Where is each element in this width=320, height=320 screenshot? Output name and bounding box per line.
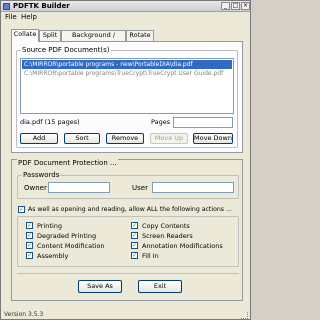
- degraded-printing-label: Degraded Printing: [37, 232, 97, 240]
- annotation-modifications-label: Annotation Modifications: [142, 242, 223, 250]
- permissions-group: ✓ Printing ✓ Copy Contents ✓ Degraded Pr…: [17, 216, 239, 267]
- maximize-button[interactable]: □: [231, 2, 240, 10]
- pages-input[interactable]: [173, 117, 233, 128]
- tab-rotate[interactable]: Rotate: [126, 30, 154, 41]
- minimize-button[interactable]: _: [221, 2, 230, 10]
- pages-label: Pages: [151, 118, 171, 126]
- protection-group: PDF Document Protection ... Passwords Ow…: [11, 159, 243, 301]
- user-password-input[interactable]: [152, 182, 234, 193]
- user-label: User: [132, 184, 148, 192]
- app-icon: [3, 3, 10, 10]
- file-info-text: dia.pdf (15 pages): [20, 118, 80, 126]
- move-up-button[interactable]: Move Up: [150, 133, 188, 144]
- menu-file[interactable]: File: [5, 13, 17, 21]
- assembly-label: Assembly: [37, 252, 69, 260]
- app-window: PDFTK Builder _ □ × File Help Collate Sp…: [0, 0, 251, 320]
- close-button[interactable]: ×: [241, 2, 250, 10]
- content-modification-label: Content Modification: [37, 242, 105, 250]
- fill-in-label: Fill In: [142, 252, 159, 260]
- owner-password-input[interactable]: [48, 182, 110, 193]
- tab-background-stamp[interactable]: Background / Stamp: [61, 30, 126, 48]
- screen-readers-checkbox[interactable]: ✓: [131, 232, 138, 239]
- passwords-legend: Passwords: [22, 171, 61, 179]
- allow-all-label: As well as opening and reading, allow AL…: [28, 206, 232, 213]
- move-down-button[interactable]: Move Down: [193, 133, 233, 144]
- protection-legend: PDF Document Protection ...: [17, 159, 118, 167]
- add-button[interactable]: Add: [20, 133, 58, 144]
- printing-checkbox[interactable]: ✓: [26, 222, 33, 229]
- menu-bar: File Help: [1, 12, 250, 23]
- allow-all-checkbox[interactable]: ✓: [18, 206, 25, 213]
- status-bar: Version 3.5.3: [1, 311, 250, 320]
- file-list-item[interactable]: C:\MIRROR\portable programs - new\Portab…: [22, 60, 232, 69]
- degraded-printing-checkbox[interactable]: ✓: [26, 232, 33, 239]
- source-file-list[interactable]: C:\MIRROR\portable programs - new\Portab…: [20, 58, 234, 114]
- remove-button[interactable]: Remove: [106, 133, 144, 144]
- tab-split[interactable]: Split: [39, 30, 61, 41]
- file-list-item[interactable]: C:\MIRROR\portable programs\TrueCrypt\Tr…: [22, 69, 232, 78]
- tab-collate[interactable]: Collate: [11, 29, 39, 42]
- owner-label: Owner: [24, 184, 47, 192]
- passwords-group: Passwords Owner User: [17, 171, 239, 199]
- save-as-button[interactable]: Save As: [78, 280, 122, 293]
- copy-contents-label: Copy Contents: [142, 222, 190, 230]
- source-documents-group: Source PDF Document(s) C:\MIRROR\portabl…: [16, 46, 238, 148]
- content-modification-checkbox[interactable]: ✓: [26, 242, 33, 249]
- annotation-modifications-checkbox[interactable]: ✓: [131, 242, 138, 249]
- menu-help[interactable]: Help: [21, 13, 37, 21]
- printing-label: Printing: [37, 222, 63, 230]
- assembly-checkbox[interactable]: ✓: [26, 252, 33, 259]
- source-documents-legend: Source PDF Document(s): [21, 46, 111, 54]
- sort-button[interactable]: Sort: [64, 133, 100, 144]
- screen-readers-label: Screen Readers: [142, 232, 193, 240]
- window-title: PDFTK Builder: [13, 2, 70, 10]
- resize-grip-icon[interactable]: [241, 312, 248, 319]
- fill-in-checkbox[interactable]: ✓: [131, 252, 138, 259]
- separator: [17, 273, 239, 274]
- collate-panel: Source PDF Document(s) C:\MIRROR\portabl…: [11, 41, 243, 153]
- copy-contents-checkbox[interactable]: ✓: [131, 222, 138, 229]
- version-text: Version 3.5.3: [4, 311, 44, 318]
- exit-button[interactable]: Exit: [138, 280, 182, 293]
- title-bar[interactable]: PDFTK Builder _ □ ×: [1, 1, 250, 12]
